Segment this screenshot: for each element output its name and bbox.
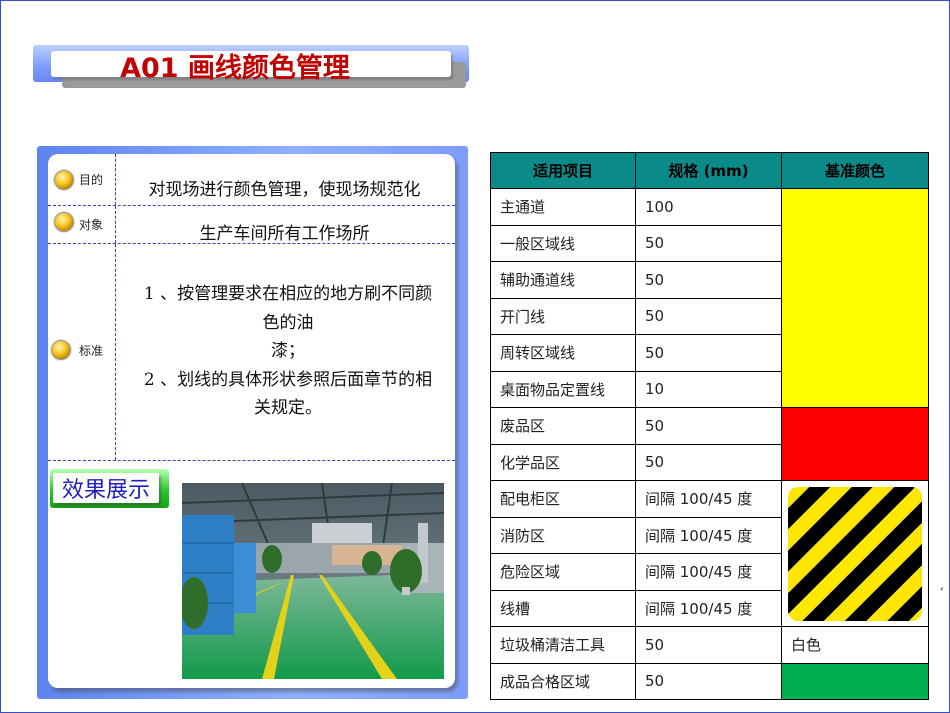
column-header: 基准颜色 <box>781 152 929 189</box>
spec-cell: 间隔 100/45 度 <box>635 553 782 591</box>
info-row-purpose: 目的 对现场进行颜色管理，使现场规范化 <box>48 154 455 206</box>
effect-display-label: 效果展示 <box>53 473 159 503</box>
spec-cell: 50 <box>635 297 782 335</box>
table-header-row: 适用项目 规格 (mm) 基准颜色 <box>490 152 929 189</box>
item-cell: 一般区域线 <box>490 224 636 262</box>
color-swatch-red <box>781 407 929 481</box>
title-box: A01 画线颜色管理 <box>51 51 451 84</box>
info-text: 生产车间所有工作场所 <box>199 224 370 244</box>
spec-cell: 间隔 100/45 度 <box>635 589 782 627</box>
item-cell: 桌面物品定置线 <box>490 370 636 408</box>
stray-mark: , <box>940 578 944 592</box>
color-swatch-yellow <box>781 188 929 408</box>
item-cell: 废品区 <box>490 407 636 445</box>
column-header: 适用项目 <box>490 152 636 189</box>
spec-cell: 50 <box>635 662 782 700</box>
table-row: 废品区 50 <box>490 407 929 481</box>
factory-floor-photo <box>182 483 444 679</box>
page-title: A01 画线颜色管理 <box>120 52 350 84</box>
info-row-standard: 标准 1 、按管理要求在相应的地方刷不同颜 色的油 漆； 2 、划线的具体形状参… <box>48 244 455 461</box>
info-label: 目的 <box>79 173 104 187</box>
color-swatch-hazard-stripe <box>781 480 929 627</box>
spec-cell: 50 <box>635 261 782 299</box>
info-text: 对现场进行颜色管理，使现场规范化 <box>148 180 421 200</box>
color-spec-table: 适用项目 规格 (mm) 基准颜色 主通道 100 一般区域线 50 辅助通道线… <box>490 152 929 700</box>
standard-line: 2 、划线的具体形状参照后面章节的相 <box>143 369 433 390</box>
table-row: 垃圾桶清洁工具 50 白色 <box>490 626 929 664</box>
info-row-target: 对象 生产车间所有工作场所 <box>48 206 455 244</box>
table-row: 主通道 100 <box>490 188 929 408</box>
standard-text: 1 、按管理要求在相应的地方刷不同颜 色的油 漆； 2 、划线的具体形状参照后面… <box>128 280 448 423</box>
item-cell: 危险区域 <box>490 553 636 591</box>
factory-floor-illustration <box>182 483 444 679</box>
item-cell: 周转区域线 <box>490 334 636 372</box>
standard-line: 漆； <box>271 341 305 361</box>
item-cell: 化学品区 <box>490 443 636 481</box>
table-row: 成品合格区域 50 <box>490 662 929 700</box>
spec-cell: 50 <box>635 407 782 445</box>
spec-cell: 100 <box>635 188 782 226</box>
info-label: 对象 <box>79 218 104 232</box>
gold-bullet-icon <box>54 212 74 232</box>
standard-line: 1 、按管理要求在相应的地方刷不同颜 <box>143 284 433 304</box>
standard-line: 色的油 <box>262 312 314 333</box>
info-label: 标准 <box>79 344 104 358</box>
item-cell: 开门线 <box>490 297 636 335</box>
hazard-stripe-icon <box>788 486 922 621</box>
gold-bullet-icon <box>54 170 74 190</box>
item-cell: 垃圾桶清洁工具 <box>490 626 636 664</box>
color-swatch-green <box>781 662 929 700</box>
standard-line: 关规定。 <box>254 398 322 418</box>
item-cell: 线槽 <box>490 589 636 627</box>
column-header: 规格 (mm) <box>635 152 782 189</box>
gold-bullet-icon <box>51 340 71 360</box>
spec-cell: 10 <box>635 370 782 408</box>
item-cell: 主通道 <box>490 188 636 226</box>
item-cell: 消防区 <box>490 516 636 554</box>
table-row: 配电柜区 间隔 100/45 度 <box>490 480 929 627</box>
spec-cell: 50 <box>635 334 782 372</box>
color-text-cell: 白色 <box>781 626 929 664</box>
item-cell: 配电柜区 <box>490 480 636 518</box>
spec-cell: 间隔 100/45 度 <box>635 516 782 554</box>
spec-cell: 50 <box>635 626 782 664</box>
spec-cell: 50 <box>635 224 782 262</box>
spec-cell: 间隔 100/45 度 <box>635 480 782 518</box>
item-cell: 成品合格区域 <box>490 662 636 700</box>
item-cell: 辅助通道线 <box>490 261 636 299</box>
spec-cell: 50 <box>635 443 782 481</box>
